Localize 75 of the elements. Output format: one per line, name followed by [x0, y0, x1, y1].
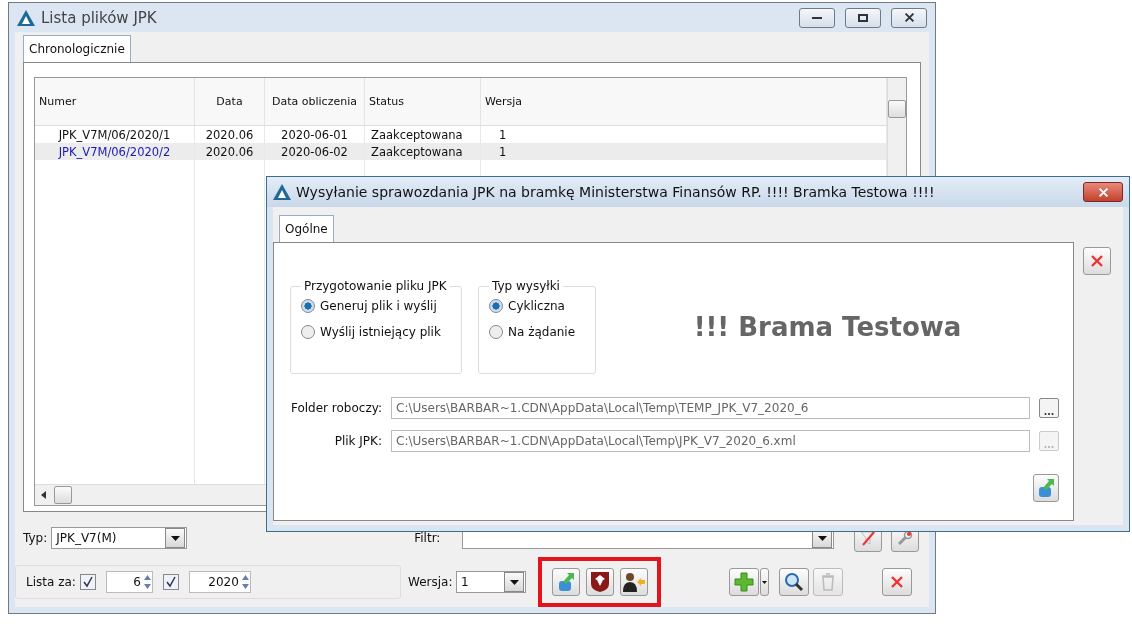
close-button[interactable]: [891, 7, 927, 28]
close-icon: [1090, 254, 1104, 268]
column-header[interactable]: Status: [365, 78, 481, 125]
field-label: Folder roboczy:: [290, 401, 382, 415]
upload-icon: [556, 572, 575, 592]
group-title: Przygotowanie pliku JPK: [303, 279, 448, 293]
radio-option[interactable]: Generuj plik i wyślij: [301, 299, 451, 313]
table-cell: Zaakceptowana: [365, 143, 481, 160]
table-cell: JPK_V7M/06/2020/2: [35, 143, 195, 160]
browse-button[interactable]: [1039, 398, 1059, 418]
path-field[interactable]: C:\Users\BARBAR~1.CDN\AppData\Local\Temp\TEMP_JPK_V7_2020_6: [391, 397, 1030, 419]
caret-icon: [762, 580, 767, 584]
close-button[interactable]: [1083, 247, 1111, 275]
search-button[interactable]: [779, 568, 809, 596]
column-header[interactable]: Data: [195, 78, 265, 125]
scroll-thumb[interactable]: [888, 100, 906, 118]
table-cell: 2020-06-02: [265, 143, 365, 160]
caret-icon: [509, 579, 519, 585]
type-dropdown[interactable]: JPK_V7(M): [51, 527, 188, 549]
table-row[interactable]: JPK_V7M/06/2020/2 2020.06 2020-06-02 Zaakceptowana 1: [35, 143, 887, 160]
left-arrow-icon: [41, 491, 46, 499]
spin-arrows-icon: [142, 573, 152, 591]
column-header[interactable]: Data obliczenia: [265, 78, 365, 125]
filter-label: Filtr:: [414, 531, 442, 545]
upload-icon: [1037, 478, 1055, 498]
plus-icon: [734, 572, 754, 592]
radio-option[interactable]: Cykliczna: [489, 299, 585, 313]
group-title: Typ wysyłki: [491, 279, 561, 293]
caret-icon: [170, 535, 180, 541]
ellipsis-icon: [1044, 444, 1054, 450]
add-menu-button[interactable]: [760, 568, 769, 596]
radio-option[interactable]: Na żądanie: [489, 325, 585, 339]
column-header[interactable]: Numer: [35, 78, 195, 125]
year-checkbox[interactable]: [162, 574, 179, 590]
close-button[interactable]: [1083, 182, 1123, 202]
maximize-button[interactable]: [845, 7, 881, 28]
spin-arrows-icon: [240, 573, 250, 591]
tab[interactable]: Ogólne: [279, 215, 334, 242]
version-label: Wersja:: [408, 575, 452, 589]
tab[interactable]: Chronologicznie: [23, 35, 131, 62]
scroll-thumb[interactable]: [54, 486, 72, 504]
user-button[interactable]: [619, 568, 648, 596]
wrench-icon: [897, 530, 914, 546]
logo-icon: [273, 184, 291, 200]
table-cell: 2020.06: [195, 143, 265, 160]
window-title: Lista plików JPK: [41, 8, 158, 27]
banner-title: !!! Brama Testowa: [693, 311, 962, 342]
emblem-button[interactable]: [585, 568, 614, 596]
month-spinner[interactable]: 6: [105, 571, 153, 593]
close-icon: [1097, 186, 1109, 198]
emblem-icon: [589, 571, 610, 593]
caret-icon: [817, 535, 827, 541]
list-for-label: Lista za:: [26, 575, 76, 589]
year-spinner[interactable]: 2020: [188, 571, 251, 593]
field-label: Plik JPK:: [333, 434, 382, 448]
trash-icon: [821, 573, 835, 591]
send-button[interactable]: [551, 568, 580, 596]
funnel-icon: [860, 530, 877, 546]
logo-icon: [17, 9, 35, 26]
version-dropdown[interactable]: 1: [456, 571, 526, 593]
send-button[interactable]: [1033, 474, 1059, 502]
check-icon: [164, 576, 177, 588]
minimize-button[interactable]: [799, 7, 835, 28]
dialog-title: Wysyłanie sprawozdania JPK na bramkę Ministerstwa Finansów RP. !!!! Bramka Testowa !!!!: [296, 184, 936, 200]
month-checkbox[interactable]: [79, 574, 96, 590]
check-icon: [81, 576, 94, 588]
maximize-icon: [858, 13, 868, 22]
type-label: Typ:: [23, 531, 48, 545]
ellipsis-icon: [1044, 411, 1054, 417]
radio-option[interactable]: Wyślij istniejący plik: [301, 325, 451, 339]
close-icon: [890, 575, 904, 589]
person-icon: [622, 572, 645, 592]
search-icon: [784, 572, 804, 592]
close-icon: [903, 12, 915, 23]
close-button[interactable]: [882, 568, 912, 596]
